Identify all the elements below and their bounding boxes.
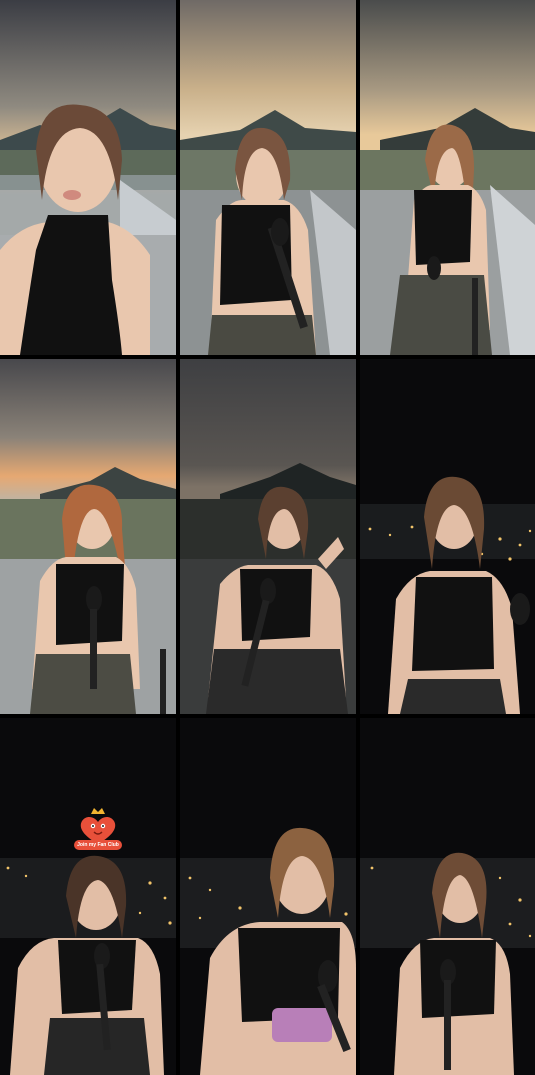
video-tile-3[interactable] (360, 0, 535, 355)
tile-1-scene (0, 0, 176, 355)
fan-club-label: Join my Fan Club (74, 840, 122, 850)
video-tile-6[interactable] (360, 359, 535, 714)
fan-club-badge[interactable]: Join my Fan Club (70, 806, 126, 854)
tile-2-scene (180, 0, 356, 355)
tile-5-scene (180, 359, 356, 714)
video-tile-2[interactable] (180, 0, 356, 355)
video-tile-7[interactable] (0, 718, 176, 1075)
tile-7-scene (0, 718, 176, 1075)
tile-4-scene (0, 359, 176, 714)
video-tile-9[interactable] (360, 718, 535, 1075)
tile-6-scene (360, 359, 535, 714)
tile-9-scene (360, 718, 535, 1075)
tile-8-scene (180, 718, 356, 1075)
tile-3-scene (360, 0, 535, 355)
video-collage: Join my Fan Club (0, 0, 535, 1075)
video-tile-5[interactable] (180, 359, 356, 714)
video-tile-4[interactable] (0, 359, 176, 714)
video-tile-8[interactable] (180, 718, 356, 1075)
video-tile-1[interactable] (0, 0, 176, 355)
